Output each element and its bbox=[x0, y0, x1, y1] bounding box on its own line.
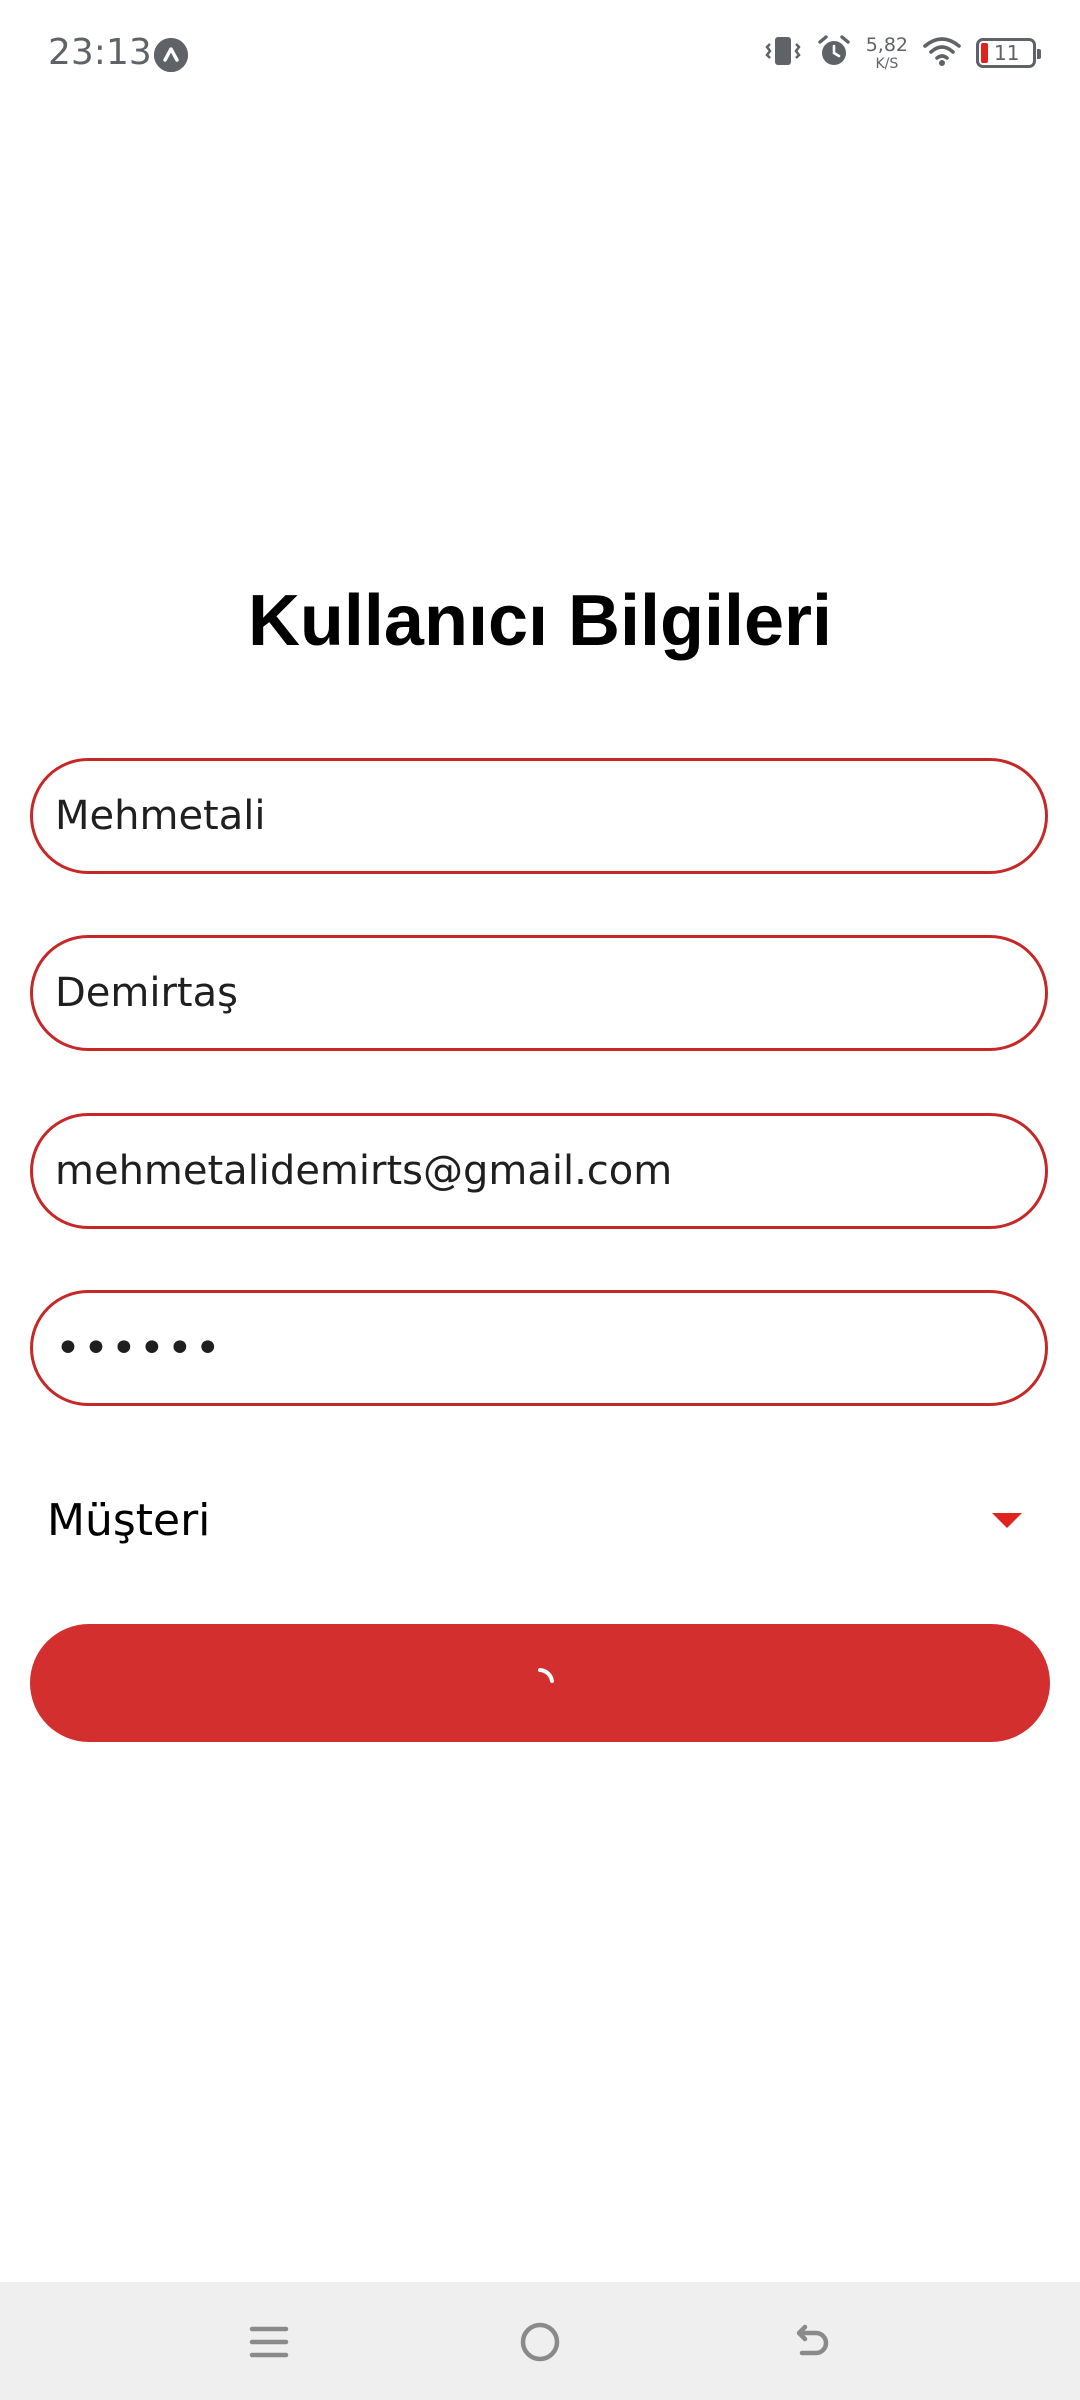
network-speed-unit: K/S bbox=[875, 55, 899, 72]
alarm-icon bbox=[816, 33, 852, 74]
last-name-field[interactable] bbox=[30, 935, 1048, 1051]
page-title: Kullanıcı Bilgileri bbox=[247, 581, 833, 661]
first-name-input[interactable] bbox=[55, 793, 1045, 839]
nav-home-button[interactable] bbox=[500, 2302, 580, 2382]
status-icons: 5,82 K/S 11 bbox=[764, 30, 1041, 76]
battery-text: 11 bbox=[994, 41, 1020, 65]
submit-button[interactable] bbox=[30, 1624, 1050, 1742]
navigation-bar bbox=[0, 2282, 1080, 2400]
home-icon bbox=[520, 2322, 560, 2362]
app-notification-icon bbox=[154, 38, 188, 72]
password-field[interactable] bbox=[30, 1290, 1048, 1406]
menu-icon bbox=[249, 2326, 289, 2358]
last-name-input[interactable] bbox=[55, 970, 1045, 1016]
network-speed-value: 5,82 bbox=[865, 33, 908, 56]
screen: 23:13 5,82 K/S 11 Kullanıcı Bilgileri Me… bbox=[0, 0, 1080, 2400]
status-time: 23:13 bbox=[48, 32, 152, 73]
email-field[interactable] bbox=[30, 1113, 1048, 1229]
battery-icon: 11 bbox=[976, 38, 1041, 68]
wifi-icon bbox=[922, 35, 962, 72]
nav-menu-button[interactable] bbox=[229, 2302, 309, 2382]
password-input[interactable] bbox=[55, 1322, 1045, 1374]
nav-back-button[interactable] bbox=[771, 2302, 851, 2382]
role-dropdown-value: Müşteri bbox=[47, 1494, 211, 1546]
vibrate-icon bbox=[764, 34, 802, 73]
role-dropdown[interactable]: Müşteri bbox=[30, 1470, 1048, 1570]
email-input[interactable] bbox=[55, 1148, 1045, 1194]
battery-level bbox=[981, 43, 988, 63]
network-speed: 5,82 K/S bbox=[865, 33, 908, 72]
status-bar: 23:13 5,82 K/S 11 bbox=[0, 0, 1080, 110]
back-icon bbox=[796, 2324, 829, 2356]
caret-down-icon bbox=[992, 1512, 1022, 1528]
first-name-field[interactable] bbox=[30, 758, 1048, 874]
loading-spinner-icon bbox=[538, 1668, 554, 1683]
